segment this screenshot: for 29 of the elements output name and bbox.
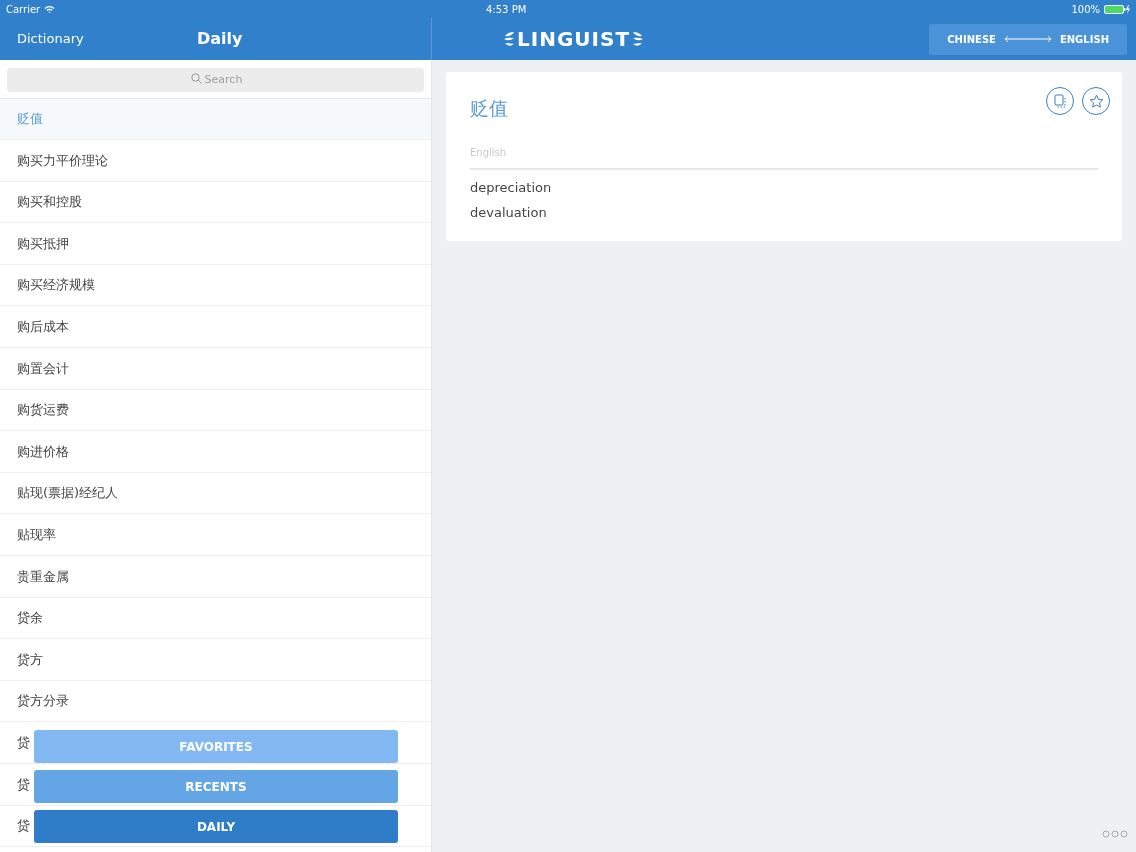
view-title: Daily <box>197 28 243 50</box>
list-item[interactable]: 购买抵押 <box>17 233 69 254</box>
list-item[interactable]: 贷方分录 <box>17 691 69 711</box>
list-item[interactable]: 购买力平价理论 <box>17 150 108 171</box>
battery-percent: 100% <box>1071 2 1100 17</box>
clock-time: 4:53 PM <box>486 3 527 15</box>
list-item[interactable]: 购置会计 <box>17 358 69 379</box>
list-item[interactable]: 贷 <box>17 774 30 795</box>
list-item[interactable]: 购进价格 <box>17 441 69 462</box>
list-item[interactable]: 购买经济规模 <box>17 275 95 295</box>
search-field[interactable]: Search <box>7 67 424 92</box>
list-item[interactable]: 贷方 <box>17 649 43 670</box>
list-item[interactable]: 贷 <box>17 816 30 836</box>
list-item[interactable]: 贴现率 <box>17 525 56 545</box>
list-item[interactable]: 购后成本 <box>17 317 69 337</box>
mode-button[interactable]: DAILY <box>34 810 398 843</box>
translation-text: depreciation <box>470 178 553 197</box>
entry-term: 贬值 <box>470 96 508 121</box>
list-item[interactable]: 贷余 <box>17 608 43 628</box>
translation-text: devaluation <box>470 204 548 222</box>
section-label: English <box>470 146 507 158</box>
list-item[interactable]: 贵重金属 <box>17 566 69 587</box>
back-link[interactable]: Dictionary <box>17 29 197 49</box>
list-item[interactable]: 购货运费 <box>17 400 69 420</box>
logo-text: LINGUIST <box>517 26 631 53</box>
list-item[interactable]: 贴现(票据)经纪人 <box>17 483 119 503</box>
list-item[interactable]: 贷 <box>17 732 30 753</box>
list-item[interactable]: 购买和控股 <box>17 192 82 212</box>
carrier-label: Carrier <box>6 2 41 17</box>
